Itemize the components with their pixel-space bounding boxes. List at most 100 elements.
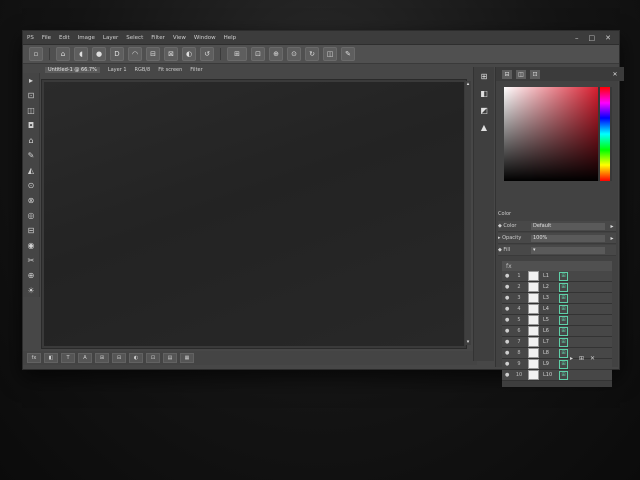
light-tool-icon[interactable]: ☀ bbox=[26, 285, 36, 296]
pen-tool-icon[interactable]: ◉ bbox=[26, 240, 36, 251]
redo-icon[interactable]: ↻ bbox=[305, 47, 319, 61]
menu-item-filter[interactable]: Filter bbox=[147, 35, 169, 41]
layer-row[interactable]: ● 3 L3 ⊞ bbox=[502, 293, 612, 304]
layer-style-icon[interactable]: ⊞ bbox=[559, 337, 568, 347]
property-button[interactable]: ▸ bbox=[608, 235, 616, 242]
eye-icon[interactable]: ● bbox=[505, 350, 510, 356]
layer-row[interactable]: ● 6 L6 ⊞ bbox=[502, 326, 612, 337]
tool-preset-button[interactable]: ▫ bbox=[29, 47, 43, 61]
zoom-tool-icon[interactable]: ⊕ bbox=[26, 270, 36, 281]
layer-row[interactable]: ● 2 L2 ⊞ bbox=[502, 282, 612, 293]
tab-gradients[interactable]: ⊡ bbox=[530, 69, 540, 79]
close-icon[interactable]: ✕ bbox=[610, 70, 620, 79]
stamp-tool-icon[interactable]: ⌂ bbox=[26, 135, 36, 146]
menu-item-image[interactable]: Image bbox=[74, 35, 99, 41]
property-button[interactable]: ▸ bbox=[608, 223, 616, 230]
grid-icon[interactable]: ⊞ bbox=[227, 47, 247, 61]
shape-icon[interactable]: ◖ bbox=[74, 47, 88, 61]
list-icon[interactable]: ▤ bbox=[163, 353, 177, 363]
layer-row[interactable]: ● 9 L9 ⊞ bbox=[502, 359, 612, 370]
tab-document[interactable]: Untitled-1 @ 66.7% bbox=[45, 67, 100, 73]
tab-layer[interactable]: Layer 1 bbox=[108, 67, 127, 73]
select-icon[interactable]: ⊡ bbox=[146, 353, 160, 363]
crop-tool-icon[interactable]: ⊟ bbox=[26, 225, 36, 236]
eraser-tool-icon[interactable]: ⊗ bbox=[26, 195, 36, 206]
mask-icon[interactable]: ◧ bbox=[44, 353, 58, 363]
eye-icon[interactable]: ● bbox=[505, 273, 510, 279]
property-value[interactable]: 100% bbox=[531, 234, 605, 242]
hue-slider[interactable] bbox=[600, 87, 610, 181]
layer-row[interactable]: ● 1 L1 ⊞ bbox=[502, 271, 612, 282]
eye-icon[interactable]: ● bbox=[505, 317, 510, 323]
tab-zoom[interactable]: Fit screen bbox=[158, 67, 182, 73]
layer-style-icon[interactable]: ⊞ bbox=[559, 348, 568, 358]
layer-style-icon[interactable]: ⊞ bbox=[559, 293, 568, 303]
menu-item-edit[interactable]: Edit bbox=[55, 35, 74, 41]
play-icon[interactable]: ▸ bbox=[570, 355, 573, 362]
grid-icon[interactable]: ⊞ bbox=[95, 353, 109, 363]
minimize-icon[interactable]: – bbox=[575, 34, 579, 42]
layers-header-label[interactable]: fx bbox=[506, 263, 512, 270]
tab-swatches[interactable]: ◫ bbox=[516, 69, 526, 79]
pen-icon[interactable]: ✎ bbox=[341, 47, 355, 61]
subtract-icon[interactable]: ⊟ bbox=[146, 47, 160, 61]
layer-row[interactable]: ● 7 L7 ⊞ bbox=[502, 337, 612, 348]
align-icon[interactable]: A bbox=[78, 353, 92, 363]
target-icon[interactable]: ⊙ bbox=[287, 47, 301, 61]
intersect-icon[interactable]: ⊠ bbox=[164, 47, 178, 61]
contrast-icon[interactable]: ◐ bbox=[129, 353, 143, 363]
menu-item-app[interactable]: PS bbox=[23, 35, 38, 41]
menu-item-window[interactable]: Window bbox=[190, 35, 220, 41]
adjust-icon[interactable]: ◩ bbox=[478, 105, 490, 116]
menu-item-file[interactable]: File bbox=[38, 35, 55, 41]
delete-icon[interactable]: ✕ bbox=[590, 355, 595, 362]
fx-button[interactable]: fx bbox=[27, 353, 41, 363]
maximize-icon[interactable]: □ bbox=[589, 34, 596, 42]
panel-icon[interactable]: ◫ bbox=[323, 47, 337, 61]
brush-tool-icon[interactable]: ✎ bbox=[26, 150, 36, 161]
history-icon[interactable]: ⊞ bbox=[478, 71, 490, 82]
layer-style-icon[interactable]: ⊞ bbox=[559, 315, 568, 325]
frame-icon[interactable]: ⊡ bbox=[251, 47, 265, 61]
swatches-icon[interactable]: ◧ bbox=[478, 88, 490, 99]
close-icon[interactable]: ✕ bbox=[605, 34, 611, 42]
layer-row[interactable]: ● 8 L8 ⊞ bbox=[502, 348, 612, 359]
table-icon[interactable]: ▦ bbox=[180, 353, 194, 363]
menu-item-layer[interactable]: Layer bbox=[99, 35, 122, 41]
eye-icon[interactable]: ● bbox=[505, 372, 510, 378]
tab-color[interactable]: ⊟ bbox=[502, 69, 512, 79]
layer-style-icon[interactable]: ⊞ bbox=[559, 304, 568, 314]
layer-style-icon[interactable]: ⊞ bbox=[559, 282, 568, 292]
menu-item-view[interactable]: View bbox=[169, 35, 190, 41]
move-tool-icon[interactable]: ▸ bbox=[26, 75, 36, 86]
eye-icon[interactable]: ● bbox=[505, 328, 510, 334]
marquee-tool-icon[interactable]: ⊡ bbox=[26, 90, 36, 101]
lasso-tool-icon[interactable]: ◘ bbox=[26, 120, 36, 131]
tab-mode[interactable]: RGB/8 bbox=[135, 67, 151, 73]
arc-icon[interactable]: ◠ bbox=[128, 47, 142, 61]
eye-icon[interactable]: ● bbox=[505, 306, 510, 312]
property-value[interactable]: ▾ bbox=[531, 246, 605, 254]
menu-item-help[interactable]: Help bbox=[220, 35, 241, 41]
eye-icon[interactable]: ● bbox=[505, 284, 510, 290]
saturation-field[interactable] bbox=[504, 87, 598, 181]
eye-icon[interactable]: ● bbox=[505, 339, 510, 345]
artboard-tool-icon[interactable]: ◫ bbox=[26, 105, 36, 116]
vertical-scrollbar[interactable]: ▴ ▾ bbox=[465, 81, 471, 345]
circle-icon[interactable]: ● bbox=[92, 47, 106, 61]
layer-row[interactable]: ● 5 L5 ⊞ bbox=[502, 315, 612, 326]
frame-icon[interactable]: ⊟ bbox=[112, 353, 126, 363]
layer-style-icon[interactable]: ⊞ bbox=[559, 370, 568, 380]
scroll-up-icon[interactable]: ▴ bbox=[465, 81, 471, 87]
blur-tool-icon[interactable]: ◎ bbox=[26, 210, 36, 221]
undo-icon[interactable]: ↺ bbox=[200, 47, 214, 61]
menu-item-select[interactable]: Select bbox=[122, 35, 147, 41]
layer-row[interactable]: ● 4 L4 ⊞ bbox=[502, 304, 612, 315]
slice-tool-icon[interactable]: ✂ bbox=[26, 255, 36, 266]
layer-row[interactable]: ● 10 L10 ⊞ bbox=[502, 370, 612, 381]
layer-style-icon[interactable]: ⊞ bbox=[559, 271, 568, 281]
document-canvas[interactable] bbox=[44, 82, 464, 346]
scroll-down-icon[interactable]: ▾ bbox=[465, 339, 471, 345]
add-icon[interactable]: ⊕ bbox=[269, 47, 283, 61]
home-icon[interactable]: ⌂ bbox=[56, 47, 70, 61]
